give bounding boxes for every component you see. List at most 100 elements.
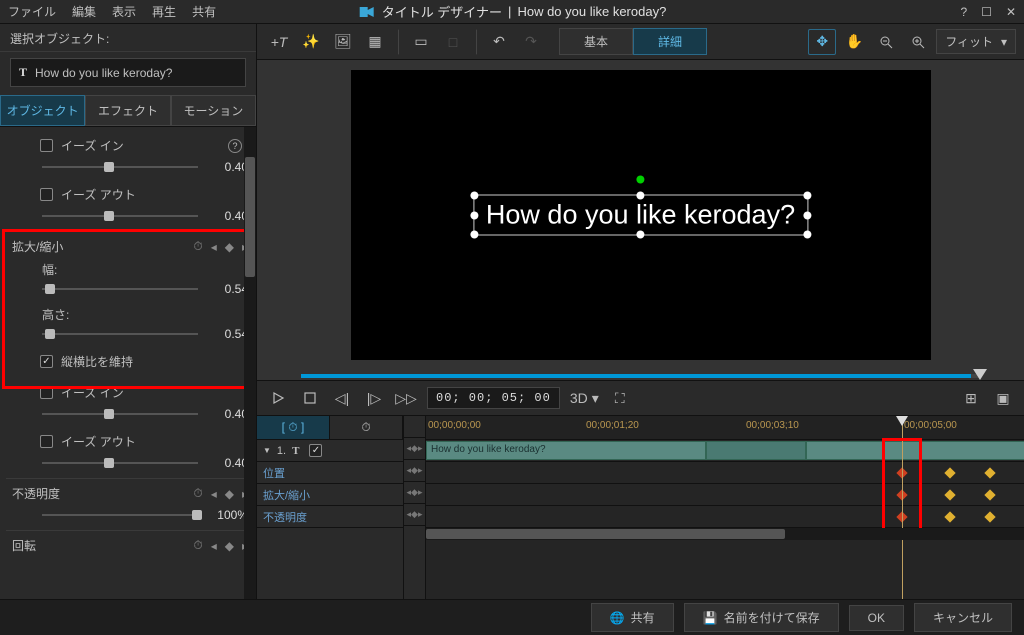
ease-in-checkbox-2[interactable]: [40, 386, 53, 399]
height-slider[interactable]: [42, 333, 198, 335]
menu-view[interactable]: 表示: [112, 3, 136, 20]
3d-toggle[interactable]: 3D ▾: [570, 387, 599, 409]
safe-zone-icon[interactable]: ▣: [992, 387, 1014, 409]
menu-share[interactable]: 共有: [192, 3, 216, 20]
scale-section-header[interactable]: 拡大/縮小 ⏱ ◂ ◆ ▸: [6, 231, 254, 259]
clip-segment-2[interactable]: [706, 441, 806, 460]
ease-out-slider-2[interactable]: [42, 462, 198, 464]
text-object[interactable]: How do you like keroday?: [473, 195, 808, 236]
ease-in-slider-1[interactable]: [42, 166, 198, 168]
clip-segment-3[interactable]: [806, 441, 1024, 460]
resize-handle-s[interactable]: [636, 231, 644, 239]
resize-handle-e[interactable]: [803, 211, 811, 219]
add-keyframe-icon-3[interactable]: ◆: [225, 539, 234, 553]
timeline-scrollbar[interactable]: [426, 528, 1024, 540]
menu-edit[interactable]: 編集: [72, 3, 96, 20]
keyframe-pos-3[interactable]: [984, 467, 995, 478]
stopwatch-icon-2[interactable]: ⏱: [193, 486, 202, 501]
image-icon[interactable]: 🖼: [329, 29, 357, 55]
add-keyframe-icon[interactable]: ◆: [225, 240, 234, 254]
playhead[interactable]: [902, 416, 903, 599]
resize-handle-se[interactable]: [803, 231, 811, 239]
track-prop-position[interactable]: 位置: [257, 462, 403, 484]
prev-keyframe-icon-2[interactable]: ◂: [211, 487, 217, 501]
timeline-row-position[interactable]: [426, 462, 1024, 484]
timeline-row-clip[interactable]: How do you like keroday?: [426, 440, 1024, 462]
add-text-icon[interactable]: +T: [265, 29, 293, 55]
keyframe-scale-3[interactable]: [984, 489, 995, 500]
fast-forward-icon[interactable]: ▷▷: [395, 387, 417, 409]
particle-icon[interactable]: ✨: [297, 29, 325, 55]
kf-nav-position[interactable]: ◂◆▸: [404, 460, 425, 482]
ease-out-slider-1[interactable]: [42, 215, 198, 217]
timeline-ruler[interactable]: 00;00;00;00 00;00;01;20 00;00;03;10 00;0…: [426, 416, 1024, 440]
stopwatch-icon[interactable]: ⏱: [193, 239, 202, 254]
prev-keyframe-icon-3[interactable]: ◂: [211, 539, 217, 553]
zoom-in-icon[interactable]: [904, 29, 932, 55]
timeline-row-opacity[interactable]: [426, 506, 1024, 528]
stop-icon[interactable]: [299, 387, 321, 409]
opacity-slider[interactable]: [42, 514, 198, 516]
grid-icon[interactable]: ⊞: [960, 387, 982, 409]
kf-nav-track1[interactable]: ◂◆▸: [404, 438, 425, 460]
tab-motion[interactable]: モーション: [171, 95, 256, 126]
mode-basic-button[interactable]: 基本: [559, 28, 633, 55]
zoom-fit-select[interactable]: フィット ▾: [936, 29, 1016, 54]
redo-icon[interactable]: ↷: [517, 29, 545, 55]
fullscreen-icon[interactable]: ⛶: [609, 387, 631, 409]
move-tool-icon[interactable]: ✥: [808, 29, 836, 55]
timeline-row-scale[interactable]: [426, 484, 1024, 506]
undo-icon[interactable]: ↶: [485, 29, 513, 55]
kf-nav-scale[interactable]: ◂◆▸: [404, 482, 425, 504]
resize-handle-sw[interactable]: [470, 231, 478, 239]
stopwatch-icon-3[interactable]: ⏱: [193, 538, 202, 553]
keyframe-op-2[interactable]: [944, 511, 955, 522]
keyframe-pos-2[interactable]: [944, 467, 955, 478]
track-collapse-icon[interactable]: ▼: [263, 446, 271, 455]
timeline-tab-list[interactable]: ⏱: [330, 416, 403, 439]
selected-object-field[interactable]: T How do you like keroday?: [10, 58, 246, 87]
preview-canvas[interactable]: How do you like keroday?: [351, 70, 931, 360]
tab-effect[interactable]: エフェクト: [85, 95, 170, 126]
save-as-button[interactable]: 💾名前を付けて保存: [684, 603, 839, 632]
align-tool-icon[interactable]: □: [439, 29, 467, 55]
backdrop-icon[interactable]: ▦: [361, 29, 389, 55]
track-1-header[interactable]: ▼ 1. T: [257, 440, 403, 462]
cancel-button[interactable]: キャンセル: [914, 603, 1012, 632]
resize-handle-nw[interactable]: [470, 192, 478, 200]
close-icon[interactable]: ✕: [1006, 5, 1016, 19]
ease-in-slider-2[interactable]: [42, 413, 198, 415]
play-icon[interactable]: [267, 387, 289, 409]
maximize-icon[interactable]: ☐: [981, 5, 992, 19]
keyframe-scale-2[interactable]: [944, 489, 955, 500]
ease-help-icon[interactable]: ?: [228, 139, 242, 153]
width-slider[interactable]: [42, 288, 198, 290]
ease-out-checkbox-2[interactable]: [40, 435, 53, 448]
rotation-section-header[interactable]: 回転 ⏱ ◂ ◆ ▸: [6, 530, 254, 558]
timeline-main[interactable]: 00;00;00;00 00;00;01;20 00;00;03;10 00;0…: [426, 416, 1024, 599]
resize-handle-ne[interactable]: [803, 192, 811, 200]
ok-button[interactable]: OK: [849, 605, 904, 631]
resize-handle-n[interactable]: [636, 192, 644, 200]
track-visible-checkbox[interactable]: [309, 444, 322, 457]
props-scrollbar[interactable]: [244, 127, 256, 599]
rotate-handle[interactable]: [636, 176, 644, 184]
hand-tool-icon[interactable]: ✋: [840, 29, 868, 55]
resize-handle-w[interactable]: [470, 211, 478, 219]
track-prop-opacity[interactable]: 不透明度: [257, 506, 403, 528]
tab-object[interactable]: オブジェクト: [0, 95, 85, 126]
kf-nav-opacity[interactable]: ◂◆▸: [404, 504, 425, 526]
opacity-section-header[interactable]: 不透明度 ⏱ ◂ ◆ ▸: [6, 478, 254, 506]
timeline-tab-keyframe[interactable]: [ ⏱ ]: [257, 416, 330, 439]
keyframe-op-3[interactable]: [984, 511, 995, 522]
next-frame-icon[interactable]: |▷: [363, 387, 385, 409]
track-prop-scale[interactable]: 拡大/縮小: [257, 484, 403, 506]
keep-ratio-checkbox[interactable]: [40, 355, 53, 368]
add-keyframe-icon-2[interactable]: ◆: [225, 487, 234, 501]
menu-file[interactable]: ファイル: [8, 3, 56, 20]
share-button[interactable]: 🌐共有: [591, 603, 674, 632]
zoom-out-icon[interactable]: [872, 29, 900, 55]
clip-segment-1[interactable]: How do you like keroday?: [426, 441, 706, 460]
help-icon[interactable]: ?: [960, 5, 967, 19]
prev-keyframe-icon[interactable]: ◂: [211, 240, 217, 254]
